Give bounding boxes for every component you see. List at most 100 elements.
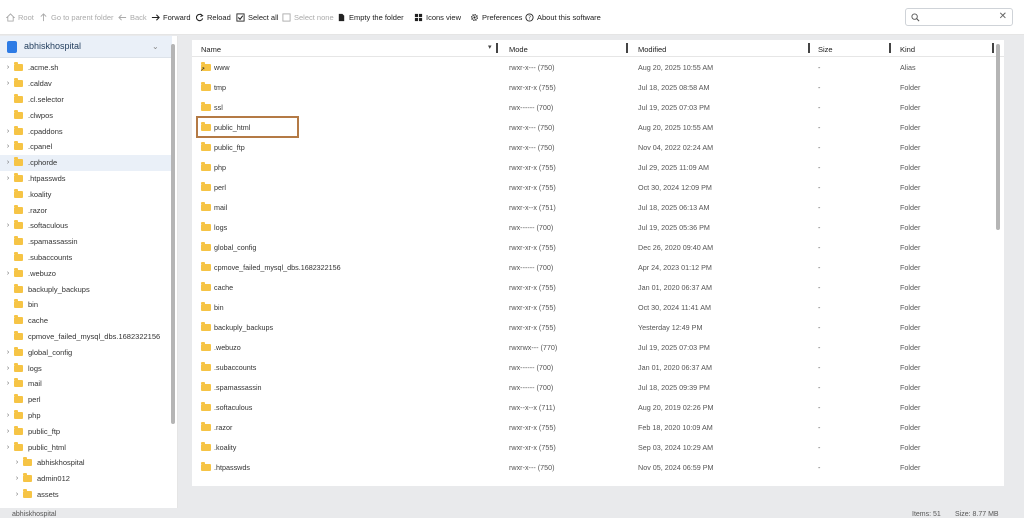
table-row[interactable]: perl rwxr-xr-x (755) Oct 30, 2024 12:09 PM…	[192, 177, 998, 197]
sidebar-item[interactable]: › .acme.sh	[0, 60, 172, 76]
table-row[interactable]: .razor rwxr-xr-x (755) Feb 18, 2020 10:09 …	[192, 417, 998, 437]
table-row[interactable]: public_html rwxr-x--- (750) Aug 20, 2025 1…	[192, 117, 998, 137]
table-row[interactable]: tmp rwxr-xr-x (755) Jul 18, 2025 08:58 AM -…	[192, 77, 998, 97]
col-resizer[interactable]	[496, 43, 498, 53]
forward-button[interactable]: Forward	[151, 10, 191, 24]
back-button[interactable]: Back	[118, 10, 147, 24]
chevron-right-icon[interactable]: ›	[13, 459, 21, 466]
sidebar-item[interactable]: › mail	[0, 376, 172, 392]
preferences-button[interactable]: Preferences	[470, 10, 522, 24]
clear-search-icon[interactable]: ✕	[999, 11, 1007, 22]
sidebar-item[interactable]: › assets	[0, 487, 172, 503]
chevron-right-icon[interactable]: ›	[4, 175, 12, 182]
reload-button[interactable]: Reload	[195, 10, 231, 24]
chevron-right-icon[interactable]: ›	[4, 380, 12, 387]
folder-icon	[201, 362, 211, 371]
chevron-right-icon[interactable]: ›	[4, 222, 12, 229]
chevron-right-icon[interactable]: ›	[4, 143, 12, 150]
table-row[interactable]: ↗ www rwxr-x--- (750) Aug 20, 2025 10:55 AM…	[192, 57, 998, 77]
sidebar-item[interactable]: › php	[0, 408, 172, 424]
chevron-right-icon[interactable]: ›	[13, 491, 21, 498]
about-button[interactable]: ? About this software	[525, 10, 601, 24]
col-size[interactable]: Size	[818, 45, 833, 54]
table-row[interactable]: .subaccounts rwx------ (700) Jan 01, 2020 …	[192, 357, 998, 377]
table-row[interactable]: php rwxr-xr-x (755) Jul 29, 2025 11:09 AM -…	[192, 157, 998, 177]
chevron-right-icon[interactable]: ›	[4, 159, 12, 166]
col-mode[interactable]: Mode	[509, 45, 528, 54]
chevron-right-icon[interactable]: ›	[4, 412, 12, 419]
sidebar-item[interactable]: bin	[0, 297, 172, 313]
file-list-scrollbar[interactable]	[996, 44, 1000, 230]
sidebar-item[interactable]: › .softaculous	[0, 218, 172, 234]
sidebar-item[interactable]: › .htpasswds	[0, 171, 172, 187]
chevron-right-icon[interactable]: ›	[4, 428, 12, 435]
chevron-down-icon[interactable]: ⌄	[152, 42, 159, 51]
table-row[interactable]: global_config rwxr-xr-x (755) Dec 26, 2020…	[192, 237, 998, 257]
select-none-button[interactable]: Select none	[282, 10, 334, 24]
table-row[interactable]: cpmove_failed_mysql_dbs.1682322156 rwx---…	[192, 257, 998, 277]
sidebar-item-label: .cpanel	[28, 142, 53, 152]
table-row[interactable]: ssl rwx------ (700) Jul 19, 2025 07:03 PM -…	[192, 97, 998, 117]
cell-size: -	[818, 123, 821, 132]
chevron-right-icon[interactable]: ›	[4, 365, 12, 372]
table-row[interactable]: logs rwx------ (700) Jul 19, 2025 05:36 PM…	[192, 217, 998, 237]
col-modified[interactable]: Modified	[638, 45, 666, 54]
empty-folder-button[interactable]: Empty the folder	[337, 10, 404, 24]
chevron-right-icon[interactable]: ›	[4, 64, 12, 71]
sidebar-item[interactable]: › abhiskhospital	[0, 455, 172, 471]
sidebar-item[interactable]: cache	[0, 313, 172, 329]
table-row[interactable]: bin rwxr-xr-x (755) Oct 30, 2024 11:41 AM -…	[192, 297, 998, 317]
chevron-right-icon[interactable]: ›	[4, 80, 12, 87]
folder-icon	[23, 457, 32, 467]
sidebar-item[interactable]: cpmove_failed_mysql_dbs.1682322156	[0, 329, 172, 345]
sidebar-item[interactable]: › admin012	[0, 471, 172, 487]
col-resizer[interactable]	[889, 43, 891, 53]
col-resizer[interactable]	[992, 43, 994, 53]
sidebar-item[interactable]: › .cpanel	[0, 139, 172, 155]
col-name[interactable]: Name	[201, 45, 221, 54]
table-row[interactable]: cache rwxr-xr-x (755) Jan 01, 2020 06:37 A…	[192, 277, 998, 297]
sidebar-item[interactable]: .razor	[0, 202, 172, 218]
table-row[interactable]: .webuzo rwxrwx--- (770) Jul 19, 2025 07:03…	[192, 337, 998, 357]
sidebar-item[interactable]: .spamassassin	[0, 234, 172, 250]
sidebar-item[interactable]: .koality	[0, 186, 172, 202]
sidebar-item[interactable]: › .cpaddons	[0, 123, 172, 139]
sort-desc-icon[interactable]: ▾	[488, 43, 492, 51]
reload-label: Reload	[207, 12, 231, 22]
chevron-right-icon[interactable]: ›	[4, 128, 12, 135]
table-row[interactable]: .htpasswds rwxr-x--- (750) Nov 05, 2024 06…	[192, 457, 998, 477]
icons-view-button[interactable]: Icons view	[414, 10, 461, 24]
col-kind[interactable]: Kind	[900, 45, 915, 54]
sidebar-item[interactable]: › logs	[0, 360, 172, 376]
table-row[interactable]: .koality rwxr-xr-x (755) Sep 03, 2024 10:2…	[192, 437, 998, 457]
table-row[interactable]: mail rwxr-x--x (751) Jul 18, 2025 06:13 AM…	[192, 197, 998, 217]
sidebar-item[interactable]: › .cphorde	[0, 154, 172, 171]
root-button[interactable]: Root	[6, 10, 34, 24]
chevron-right-icon[interactable]: ›	[4, 444, 12, 451]
sidebar-scrollbar[interactable]	[171, 44, 175, 424]
col-resizer[interactable]	[626, 43, 628, 53]
table-row[interactable]: .softaculous rwx--x--x (711) Aug 20, 2019 …	[192, 397, 998, 417]
sidebar-item[interactable]: › public_html	[0, 439, 172, 455]
parent-folder-button[interactable]: Go to parent folder	[39, 10, 114, 24]
chevron-right-icon[interactable]: ›	[4, 270, 12, 277]
sidebar-item[interactable]: › global_config	[0, 344, 172, 360]
sidebar-item[interactable]: .clwpos	[0, 107, 172, 123]
sidebar-item[interactable]: .cl.selector	[0, 92, 172, 108]
sidebar-item-label: public_html	[28, 442, 66, 452]
sidebar-item[interactable]: .subaccounts	[0, 250, 172, 266]
chevron-right-icon[interactable]: ›	[13, 475, 21, 482]
table-row[interactable]: .spamassassin rwx------ (700) Jul 18, 2025…	[192, 377, 998, 397]
sidebar-item[interactable]: › .caldav	[0, 76, 172, 92]
col-resizer[interactable]	[808, 43, 810, 53]
table-row[interactable]: public_ftp rwxr-x--- (750) Nov 04, 2022 02…	[192, 137, 998, 157]
search-input[interactable]: ✕	[905, 8, 1013, 26]
sidebar-item[interactable]: backuply_backups	[0, 281, 172, 297]
chevron-right-icon[interactable]: ›	[4, 349, 12, 356]
sidebar-root[interactable]: abhiskhospital ⌄	[0, 36, 172, 58]
sidebar-item[interactable]: perl	[0, 392, 172, 408]
sidebar-item[interactable]: › public_ftp	[0, 423, 172, 439]
select-all-button[interactable]: Select all	[236, 10, 278, 24]
sidebar-item[interactable]: › .webuzo	[0, 265, 172, 281]
table-row[interactable]: backuply_backups rwxr-xr-x (755) Yesterday…	[192, 317, 998, 337]
